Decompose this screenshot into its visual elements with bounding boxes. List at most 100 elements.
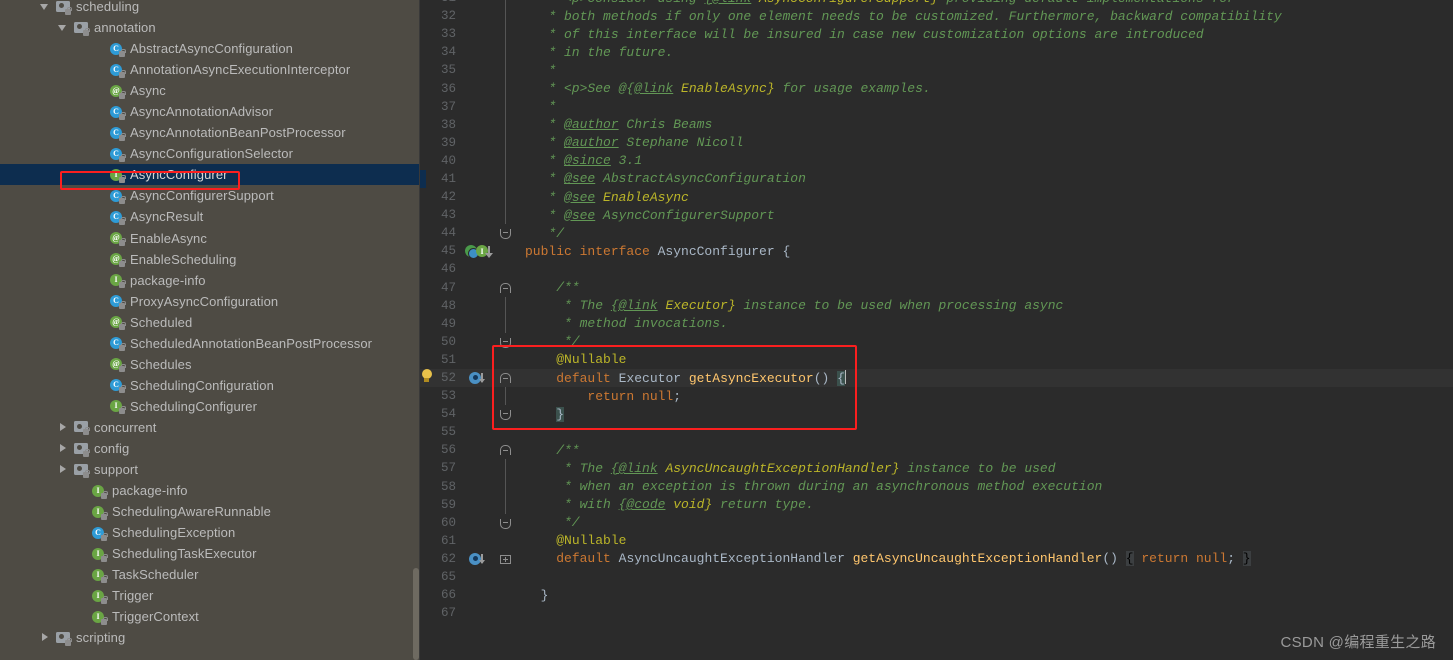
gutter-markers[interactable] bbox=[463, 43, 495, 61]
gutter-markers[interactable] bbox=[463, 170, 495, 188]
fold-gutter[interactable] bbox=[495, 568, 517, 586]
tree-item-support[interactable]: support bbox=[0, 459, 420, 480]
code-text[interactable]: * @author Stephane Nicoll bbox=[517, 135, 1453, 150]
tree-item-async[interactable]: @ Async bbox=[0, 80, 420, 101]
code-line[interactable]: 65 bbox=[420, 568, 1453, 586]
code-line[interactable]: 44 */ bbox=[420, 224, 1453, 242]
code-line[interactable]: 40 * @since 3.1 bbox=[420, 151, 1453, 170]
fold-gutter[interactable] bbox=[495, 532, 517, 550]
gutter-markers[interactable] bbox=[463, 315, 495, 333]
code-line[interactable]: 48 * The {@link Executor} instance to be… bbox=[420, 296, 1453, 315]
gutter-markers[interactable] bbox=[463, 459, 495, 477]
tree-item-scheduledannotationbeanpostprocessor[interactable]: C ScheduledAnnotationBeanPostProcessor bbox=[0, 333, 420, 354]
gutter-markers[interactable] bbox=[463, 152, 495, 170]
tree-item-package-info[interactable]: Ipackage-info bbox=[0, 270, 420, 291]
tree-item-proxyasyncconfiguration[interactable]: C ProxyAsyncConfiguration bbox=[0, 291, 420, 312]
tree-item-annotationasyncexecutioninterceptor[interactable]: C AnnotationAsyncExecutionInterceptor bbox=[0, 59, 420, 80]
code-line[interactable]: 61 @Nullable bbox=[420, 532, 1453, 550]
fold-gutter[interactable] bbox=[495, 351, 517, 369]
code-text[interactable]: /** bbox=[517, 443, 1453, 458]
code-lines[interactable]: 31 * <p>Consider using {@link AsyncConfi… bbox=[420, 0, 1453, 622]
code-line[interactable]: 36 * <p>See @{@link EnableAsync} for usa… bbox=[420, 79, 1453, 98]
gutter-markers[interactable] bbox=[463, 333, 495, 351]
code-line[interactable]: 35 * bbox=[420, 61, 1453, 80]
tree-item-schedulingawarerunnable[interactable]: I SchedulingAwareRunnable bbox=[0, 501, 420, 522]
fold-region-start-icon[interactable] bbox=[500, 445, 511, 456]
tree-item-schedulingexception[interactable]: C SchedulingException bbox=[0, 522, 420, 543]
fold-region-end-icon[interactable] bbox=[500, 410, 511, 421]
code-text[interactable]: * The {@link Executor} instance to be us… bbox=[517, 298, 1453, 313]
code-line[interactable]: 67 bbox=[420, 604, 1453, 622]
code-line[interactable]: 43 * @see AsyncConfigurerSupport bbox=[420, 206, 1453, 225]
code-line[interactable]: 31 * <p>Consider using {@link AsyncConfi… bbox=[420, 0, 1453, 8]
code-line[interactable]: 58 * when an exception is thrown during … bbox=[420, 477, 1453, 496]
gutter-markers[interactable] bbox=[463, 568, 495, 586]
gutter-markers[interactable] bbox=[463, 586, 495, 604]
fold-gutter[interactable] bbox=[495, 224, 517, 242]
gutter-markers[interactable] bbox=[463, 550, 495, 568]
fold-gutter[interactable] bbox=[495, 314, 517, 333]
fold-gutter[interactable] bbox=[495, 477, 517, 496]
code-text[interactable]: * when an exception is thrown during an … bbox=[517, 479, 1453, 494]
fold-region-start-icon[interactable] bbox=[500, 372, 511, 383]
fold-gutter[interactable] bbox=[495, 188, 517, 207]
fold-gutter[interactable] bbox=[495, 25, 517, 44]
code-line[interactable]: 62 default AsyncUncaughtExceptionHandler… bbox=[420, 550, 1453, 568]
tree-item-triggercontext[interactable]: I TriggerContext bbox=[0, 606, 420, 627]
fold-gutter[interactable] bbox=[495, 604, 517, 622]
code-text[interactable]: return null; bbox=[517, 389, 1453, 404]
fold-gutter[interactable] bbox=[495, 169, 517, 189]
fold-gutter[interactable] bbox=[495, 387, 517, 406]
fold-gutter[interactable] bbox=[495, 151, 517, 170]
code-line[interactable]: 37 * bbox=[420, 97, 1453, 116]
gutter-markers[interactable] bbox=[463, 25, 495, 43]
fold-gutter[interactable] bbox=[495, 333, 517, 351]
gutter-markers[interactable] bbox=[463, 279, 495, 297]
gutter-markers[interactable] bbox=[463, 206, 495, 224]
fold-gutter[interactable] bbox=[495, 61, 517, 80]
code-text[interactable]: * both methods if only one element needs… bbox=[517, 9, 1453, 24]
code-line[interactable]: 60 */ bbox=[420, 514, 1453, 532]
fold-gutter[interactable] bbox=[495, 423, 517, 441]
chevron-right-icon[interactable] bbox=[58, 464, 69, 475]
code-text[interactable]: } bbox=[517, 588, 1453, 603]
code-line[interactable]: 45 Ipublic interface AsyncConfigurer { bbox=[420, 242, 1453, 260]
code-line[interactable]: 33 * of this interface will be insured i… bbox=[420, 25, 1453, 44]
fold-gutter[interactable] bbox=[495, 296, 517, 315]
gutter-markers[interactable]: I bbox=[463, 242, 495, 260]
fold-gutter[interactable] bbox=[495, 586, 517, 604]
code-line[interactable]: 46 bbox=[420, 260, 1453, 278]
code-text[interactable]: * <p>See @{@link EnableAsync} for usage … bbox=[517, 81, 1453, 96]
gutter-markers[interactable] bbox=[463, 369, 495, 387]
code-text[interactable]: @Nullable bbox=[517, 533, 1453, 548]
fold-gutter[interactable] bbox=[495, 97, 517, 116]
gutter-markers[interactable] bbox=[463, 297, 495, 315]
code-text[interactable]: * @see AsyncConfigurerSupport bbox=[517, 208, 1453, 223]
code-text[interactable]: */ bbox=[517, 515, 1453, 530]
code-text[interactable]: default Executor getAsyncExecutor() { bbox=[517, 370, 1440, 386]
code-line[interactable]: 49 * method invocations. bbox=[420, 314, 1453, 333]
code-text[interactable]: public interface AsyncConfigurer { bbox=[517, 244, 1453, 259]
code-text[interactable]: * The {@link AsyncUncaughtExceptionHandl… bbox=[517, 461, 1453, 476]
tree-item-taskscheduler[interactable]: I TaskScheduler bbox=[0, 564, 420, 585]
fold-gutter[interactable] bbox=[495, 43, 517, 62]
fold-gutter[interactable] bbox=[495, 0, 517, 8]
gutter-markers[interactable] bbox=[463, 61, 495, 79]
code-text[interactable]: * with {@code void} return type. bbox=[517, 497, 1453, 512]
fold-region-start-icon[interactable] bbox=[500, 282, 511, 293]
gutter-markers[interactable] bbox=[463, 387, 495, 405]
fold-gutter[interactable] bbox=[495, 514, 517, 532]
intention-bulb-icon[interactable] bbox=[421, 368, 1453, 385]
fold-gutter[interactable] bbox=[495, 279, 517, 297]
fold-gutter[interactable] bbox=[495, 369, 517, 387]
code-text[interactable]: /** bbox=[517, 280, 1453, 295]
tree-item-asyncresult[interactable]: C AsyncResult bbox=[0, 206, 420, 227]
code-line[interactable]: 57 * The {@link AsyncUncaughtExceptionHa… bbox=[420, 459, 1453, 478]
gutter-markers[interactable] bbox=[463, 260, 495, 278]
tree-item-asyncconfigurer[interactable]: I AsyncConfigurer bbox=[0, 164, 420, 186]
tree-item-scheduled[interactable]: @ Scheduled bbox=[0, 312, 420, 333]
gutter-markers[interactable] bbox=[463, 188, 495, 206]
code-text[interactable]: * @since 3.1 bbox=[517, 153, 1453, 168]
code-line[interactable]: 42 * @see EnableAsync bbox=[420, 188, 1453, 207]
fold-gutter[interactable] bbox=[495, 79, 517, 98]
